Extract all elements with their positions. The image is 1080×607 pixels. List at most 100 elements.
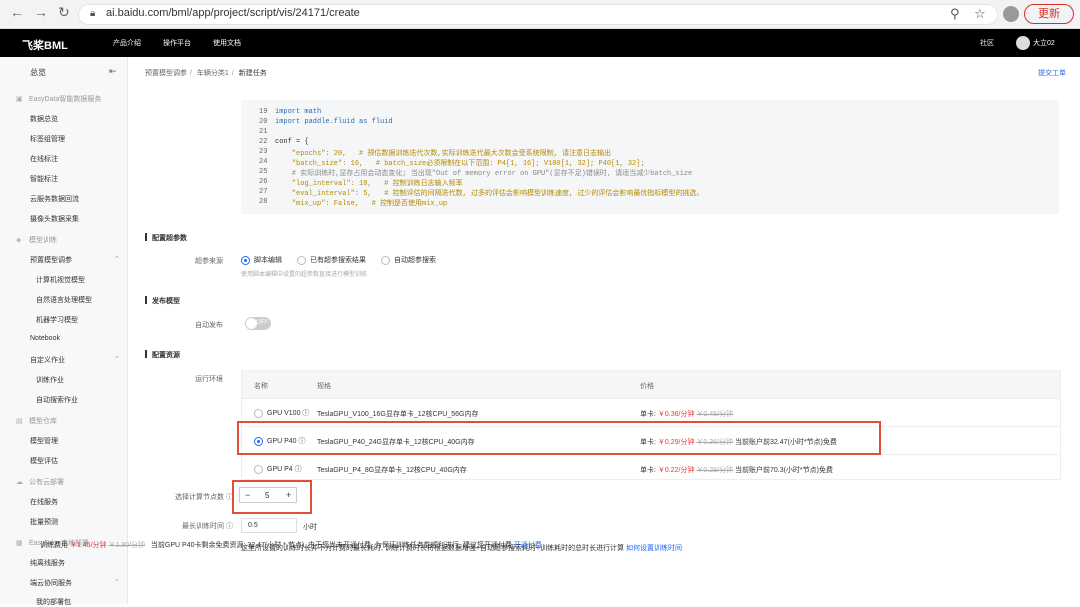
radio-auto-search[interactable]: 自动超参搜索 xyxy=(381,255,436,265)
sidebar-item-data-return[interactable]: 云服务数据回流 xyxy=(30,194,79,204)
sidebar-overview[interactable]: 总览 xyxy=(30,67,46,78)
enable-billing-link[interactable]: 开通付费 xyxy=(514,542,542,549)
main-content: 预置模型调参 / 车辆分类1/ 新建任务 提交工单 19 import math 2… xyxy=(129,57,1080,604)
sidebar-item-smart-label[interactable]: 智能标注 xyxy=(30,174,58,184)
highlight-box-p40 xyxy=(237,421,881,455)
sidebar-item-train-job[interactable]: 训练作业 xyxy=(36,375,64,385)
sidebar-item-label-groups[interactable]: 标签组管理 xyxy=(30,134,65,144)
fee-original: ￥1.80/分钟 xyxy=(108,542,146,549)
top-navigation: 飞桨BML 产品介绍 操作平台 使用文档 社区 大立02 xyxy=(0,29,1080,57)
sidebar-item-custom-job[interactable]: 自定义作业 xyxy=(30,355,65,365)
fee-note: 当前GPU P40卡剩余免费资源: 32.47(小时 * 节点), 由于您尚未开… xyxy=(150,542,512,549)
code-line: "mix_up": False, # 控制是否使用mix_up xyxy=(275,200,448,208)
breadcrumb-item[interactable]: 车辆分类1 xyxy=(197,70,229,77)
time-help-link[interactable]: 如何设置训练时间 xyxy=(626,545,682,552)
sidebar-item-model-manage[interactable]: 模型管理 xyxy=(30,436,58,446)
sidebar-group-repo[interactable]: ▤ 模型仓库 xyxy=(16,416,57,426)
submit-ticket-link[interactable]: 提交工单 xyxy=(1038,68,1066,78)
code-line: # 实际训练时,显存占用会动态变化; 当出现"Out of memory err… xyxy=(275,170,693,178)
max-time-input[interactable]: 0.5 xyxy=(241,518,297,533)
fee-footer: 训练费用 ￥1.45/分钟 ￥1.80/分钟 当前GPU P40卡剩余免费资源:… xyxy=(40,540,542,550)
star-icon[interactable]: ☆ xyxy=(974,6,986,22)
sidebar-item-online-service[interactable]: 在线服务 xyxy=(30,497,58,507)
help-icon[interactable]: ⓘ xyxy=(295,464,302,474)
node-count-label: 选择计算节点数 ⓘ xyxy=(175,494,233,501)
chevron-up-icon[interactable]: ⌃ xyxy=(114,255,120,263)
spec-cell: TeslaGPU_V100_16G显存单卡_12核CPU_56G内存 xyxy=(317,411,479,418)
cube-icon: ◈ xyxy=(16,237,22,244)
sidebar-item-cv-model[interactable]: 计算机视觉模型 xyxy=(36,275,85,285)
spec-cell: TeslaGPU_P4_8G显存单卡_12核CPU_40G内存 xyxy=(317,467,467,474)
sidebar-group-training[interactable]: ◈ 模型训练 xyxy=(16,235,57,245)
url-text[interactable]: ai.baidu.com/bml/app/project/script/vis/… xyxy=(106,7,360,19)
auto-publish-toggle[interactable]: OFF xyxy=(245,317,271,330)
code-line: "epochs": 20, # 预估数据训练迭代次数,实际训练迭代最大次数会受系… xyxy=(275,150,612,158)
sidebar-item-notebook[interactable]: Notebook xyxy=(30,335,60,342)
section-hyperparams: 配置超参数 xyxy=(145,233,187,243)
sidebar-group-easydata[interactable]: ▣ EasyData智能数据服务 xyxy=(16,94,101,104)
max-time-label: 最长训练时间 ⓘ xyxy=(182,523,233,530)
nav-docs[interactable]: 使用文档 xyxy=(213,38,241,48)
line-number: 19 xyxy=(259,108,268,116)
sidebar: 总览 ⇤ ▣ EasyData智能数据服务 数据总览 标签组管理 在线标注 智能标… xyxy=(0,57,128,607)
user-avatar[interactable] xyxy=(1016,36,1030,50)
code-line: "eval_interval": 5, # 控制评估的间隔迭代数, 过多的评估会… xyxy=(275,190,704,198)
lock-icon: 🔒︎ xyxy=(90,8,96,19)
hyper-hint: 使用脚本编辑中设置的超参数直接进行模型训练 xyxy=(241,272,368,278)
table-row[interactable]: GPU P4 ⓘ TeslaGPU_P4_8G显存单卡_12核CPU_40G内存… xyxy=(242,454,1060,482)
sidebar-item-data-overview[interactable]: 数据总览 xyxy=(30,114,58,124)
help-icon[interactable]: ⓘ xyxy=(302,408,309,418)
user-name[interactable]: 大立02 xyxy=(1033,38,1055,48)
line-number: 24 xyxy=(259,158,268,166)
breadcrumb-item[interactable]: 预置模型调参 xyxy=(145,70,187,77)
nav-community[interactable]: 社区 xyxy=(980,38,994,48)
collapse-icon[interactable]: ⇤ xyxy=(109,66,117,77)
breadcrumb: 预置模型调参 / 车辆分类1/ 新建任务 xyxy=(145,70,267,77)
sidebar-group-cloud[interactable]: ☁ 公有云部署 xyxy=(16,477,64,487)
line-number: 25 xyxy=(259,168,268,176)
auto-publish-label: 自动发布 xyxy=(195,322,223,329)
fee-label: 训练费用 xyxy=(40,542,68,549)
sidebar-item-batch-predict[interactable]: 批量预测 xyxy=(30,517,58,527)
sidebar-item-model-eval[interactable]: 模型评估 xyxy=(30,456,58,466)
sidebar-item-online-label[interactable]: 在线标注 xyxy=(30,154,58,164)
sidebar-item-offline[interactable]: 纯离线服务 xyxy=(30,558,65,568)
sidebar-item-camera[interactable]: 摄像头数据采集 xyxy=(30,214,79,224)
back-icon[interactable]: ← xyxy=(10,4,24,20)
chevron-up-icon[interactable]: ⌃ xyxy=(114,578,120,586)
update-button[interactable]: 更新 xyxy=(1024,4,1074,24)
section-publish: 发布模型 xyxy=(145,296,180,306)
line-number: 22 xyxy=(259,138,268,146)
sidebar-item-preset-tuning[interactable]: 预置模型调参 xyxy=(30,255,72,265)
reload-icon[interactable]: ↻ xyxy=(58,4,70,21)
nav-product-intro[interactable]: 产品介绍 xyxy=(113,38,141,48)
database-icon: ▣ xyxy=(16,96,23,103)
radio-script-edit[interactable]: 脚本编辑 xyxy=(241,255,282,265)
env-label: 运行环境 xyxy=(195,376,223,383)
line-number: 21 xyxy=(259,128,268,136)
radio-unchecked-icon xyxy=(381,255,390,265)
code-line: conf = { xyxy=(275,138,309,146)
zoom-icon[interactable]: ⚲ xyxy=(950,6,960,22)
sidebar-item-nlp-model[interactable]: 自然语言处理模型 xyxy=(36,295,92,305)
line-number: 23 xyxy=(259,148,268,156)
radio-unchecked-icon xyxy=(254,464,263,474)
sidebar-item-edge-cloud[interactable]: 端云协同服务 xyxy=(30,578,72,588)
profile-icon[interactable] xyxy=(1003,6,1019,22)
chevron-up-icon[interactable]: ⌃ xyxy=(114,355,120,363)
radio-existing-search[interactable]: 已有超参搜索结果 xyxy=(297,255,366,265)
price-cell: 单卡: ￥0.22/分钟 ￥0.28/分钟 当前账户前70.3(小时*节点)免费 xyxy=(640,467,833,474)
code-line: "log_interval": 10, # 控制训练日志输入频率 xyxy=(275,180,463,188)
column-price: 价格 xyxy=(640,383,654,390)
logo[interactable]: 飞桨BML xyxy=(22,37,68,53)
radio-gpu-v100[interactable]: GPU V100 ⓘ xyxy=(254,408,309,418)
browser-bar: ← → ↻ 🔒︎ ai.baidu.com/bml/app/project/sc… xyxy=(0,0,1080,29)
nav-platform[interactable]: 操作平台 xyxy=(163,38,191,48)
sidebar-item-my-packages[interactable]: 我的部署包 xyxy=(36,597,71,607)
price-cell: 单卡: ￥0.36/分钟 ￥0.45/分钟 xyxy=(640,411,734,418)
sidebar-item-ml-model[interactable]: 机器学习模型 xyxy=(36,315,78,325)
time-unit: 小时 xyxy=(303,524,317,531)
sidebar-item-auto-search[interactable]: 自动搜索作业 xyxy=(36,395,78,405)
forward-icon[interactable]: → xyxy=(34,4,48,20)
radio-gpu-p4[interactable]: GPU P4 ⓘ xyxy=(254,464,302,474)
